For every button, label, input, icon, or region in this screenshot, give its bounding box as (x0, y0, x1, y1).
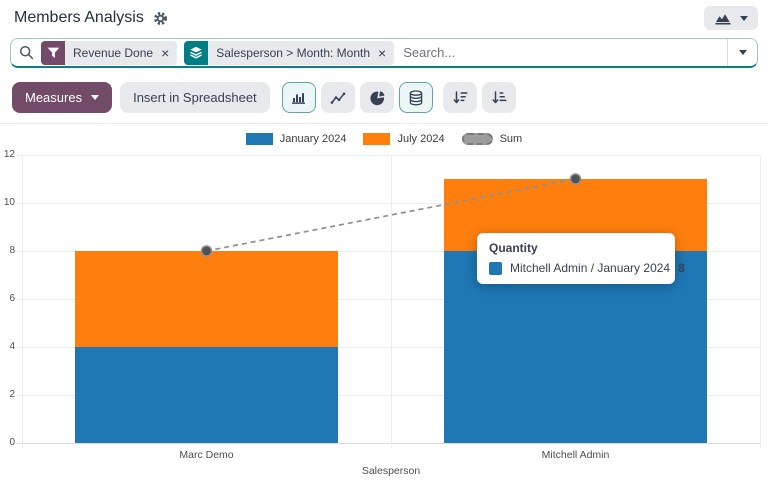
search-row: Revenue Done × Salesperson > Month: Mont… (0, 36, 768, 74)
sort-ascending-button[interactable] (482, 82, 516, 113)
facet-close-button[interactable]: × (375, 46, 394, 60)
gridline-horizontal (16, 443, 760, 444)
gridline-vertical (760, 155, 761, 448)
bar-chart-icon (290, 90, 307, 105)
chart-tooltip: Quantity Mitchell Admin / January 2024 8 (477, 233, 675, 284)
legend-item-january-2024[interactable]: January 2024 (246, 133, 347, 145)
measures-label: Measures (25, 90, 82, 105)
line-chart-icon (330, 91, 346, 105)
legend-item-july-2024[interactable]: July 2024 (363, 133, 444, 145)
chart-legend: January 2024 July 2024 Sum (0, 124, 768, 145)
view-switcher-button[interactable] (704, 6, 758, 30)
gear-icon[interactable] (153, 11, 168, 26)
x-axis-title: Salesperson (362, 465, 420, 477)
chart-region: January 2024 July 2024 Sum 0 2 4 6 8 10 12 Marc D… (0, 124, 768, 483)
x-axis-label: Mitchell Admin (542, 449, 610, 461)
control-panel-header: Members Analysis (0, 0, 768, 36)
insert-in-spreadsheet-button[interactable]: Insert in Spreadsheet (120, 82, 270, 113)
sort-ascending-icon (491, 90, 507, 105)
legend-swatch (246, 133, 273, 145)
caret-down-icon (739, 50, 747, 55)
y-axis-label: 2 (0, 389, 15, 400)
search-icon (19, 45, 34, 60)
y-axis-label: 8 (0, 245, 15, 256)
caret-down-icon (91, 95, 99, 100)
tooltip-title: Quantity (489, 241, 663, 255)
legend-swatch (462, 133, 493, 145)
bar-segment[interactable] (75, 251, 339, 347)
stacked-toggle-button[interactable] (399, 82, 433, 113)
y-axis-label: 0 (0, 437, 15, 448)
caret-down-icon (740, 16, 748, 21)
sort-descending-button[interactable] (443, 82, 477, 113)
search-bar: Revenue Done × Salesperson > Month: Mont… (10, 38, 758, 68)
measures-button[interactable]: Measures (12, 82, 112, 113)
y-axis-label: 4 (0, 341, 15, 352)
facet-close-button[interactable]: × (158, 46, 177, 60)
legend-label: July 2024 (397, 133, 444, 145)
legend-swatch (363, 133, 390, 145)
chart-controls (282, 82, 516, 113)
search-facet-groupby: Salesperson > Month: Month × (184, 41, 394, 65)
sort-descending-icon (452, 90, 468, 105)
tooltip-label: Mitchell Admin / January 2024 (510, 261, 670, 275)
legend-item-sum[interactable]: Sum (462, 133, 523, 145)
tooltip-swatch (489, 262, 502, 275)
y-axis-label: 6 (0, 293, 15, 304)
legend-label: January 2024 (280, 133, 347, 145)
bar-chart-button[interactable] (282, 82, 316, 113)
bar-segment[interactable] (75, 347, 339, 443)
line-chart-button[interactable] (321, 82, 355, 113)
y-axis-label: 12 (0, 149, 15, 160)
breadcrumb: Members Analysis (14, 9, 168, 27)
gridline-horizontal (16, 155, 760, 156)
layers-icon (184, 41, 208, 65)
toolbar: Measures Insert in Spreadsheet (0, 74, 768, 124)
database-stack-icon (408, 90, 424, 106)
facet-label: Salesperson > Month: Month (208, 46, 375, 60)
pie-chart-icon (369, 90, 385, 106)
y-axis-label: 10 (0, 197, 15, 208)
members-analysis-page: Members Analysis Revenue D (0, 0, 768, 483)
area-chart-icon (714, 11, 732, 25)
plot-area: 0 2 4 6 8 10 12 Marc Demo Mitchell Admin Salesper… (0, 124, 768, 483)
legend-label: Sum (500, 133, 523, 145)
page-title: Members Analysis (14, 9, 144, 27)
funnel-icon (41, 41, 65, 65)
facet-label: Revenue Done (65, 46, 158, 60)
tooltip-value: 8 (678, 261, 685, 275)
pie-chart-button[interactable] (360, 82, 394, 113)
x-axis-label: Marc Demo (179, 449, 233, 461)
tooltip-row: Mitchell Admin / January 2024 8 (489, 261, 663, 275)
search-facet-filter: Revenue Done × (41, 41, 177, 65)
search-input[interactable] (401, 44, 720, 61)
search-dropdown-toggle[interactable] (727, 39, 757, 66)
gridline-vertical (391, 155, 392, 448)
gridline-vertical (22, 155, 23, 448)
